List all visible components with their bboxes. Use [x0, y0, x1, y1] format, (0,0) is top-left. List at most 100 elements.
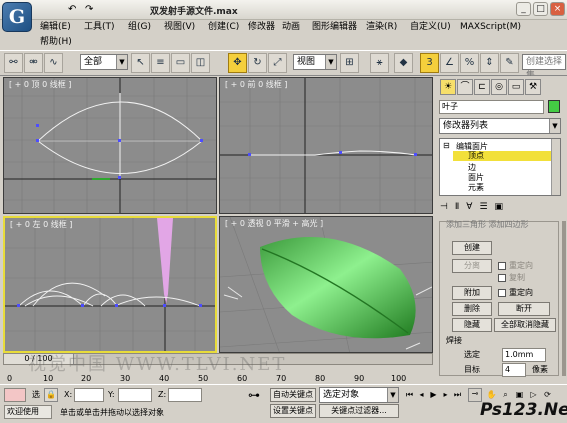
angle-snap-icon[interactable]: ∠ — [440, 53, 459, 73]
set-key-button[interactable]: 设置关键点 — [270, 404, 316, 418]
copy-checkbox[interactable] — [498, 274, 506, 282]
window-crossing-icon[interactable]: ◫ — [191, 53, 210, 73]
stack-item-element[interactable]: 元素 — [468, 182, 484, 193]
viewport-top-label[interactable]: [ + 0 顶 0 线框 ] — [9, 79, 71, 90]
selected-count-label: 选 — [32, 390, 40, 399]
viewport-left-label[interactable]: [ + 0 左 0 线框 ] — [10, 219, 72, 230]
menu-customize[interactable]: 自定义(U) — [410, 22, 451, 33]
unlink-icon[interactable]: ⚮ — [24, 53, 43, 73]
make-unique-icon[interactable]: ∀ — [466, 202, 479, 212]
attach-button[interactable]: 附加 — [452, 286, 492, 300]
app-logo-icon[interactable]: G — [2, 2, 32, 32]
display-tab-icon[interactable]: ▭ — [508, 79, 524, 95]
create-tab-icon[interactable]: ☀ — [440, 79, 456, 95]
z-label: Z: — [158, 390, 167, 399]
welcome-field[interactable]: 欢迎使用 — [4, 405, 52, 419]
stack-scrollbar[interactable] — [551, 139, 560, 195]
modifier-list-dropdown[interactable]: 修改器列表 ▼ — [439, 118, 561, 134]
weld-target-field[interactable]: 4 — [502, 363, 526, 377]
break-button[interactable]: 断开 — [498, 302, 550, 316]
named-selection-field[interactable]: 创建选择集 — [522, 54, 566, 81]
z-coord-field[interactable] — [168, 388, 202, 402]
remove-modifier-icon[interactable]: ☰ — [479, 202, 494, 212]
play-icon[interactable]: ▶ — [428, 390, 439, 401]
selection-filter-dropdown[interactable]: 全部 ▼ — [80, 54, 128, 70]
menu-rendering[interactable]: 渲染(R) — [366, 22, 397, 33]
key-icon[interactable]: ⊶ — [248, 388, 260, 402]
viewport-top[interactable]: [ + 0 顶 0 线框 ] — [3, 77, 217, 214]
copy-label: 复制 — [509, 273, 525, 282]
menu-graph-editors[interactable]: 图形编辑器 — [312, 22, 357, 33]
stack-expander-icon[interactable]: ⊟ — [443, 141, 450, 150]
key-mode-dropdown[interactable]: 选定对象 ▼ — [319, 387, 399, 403]
menu-modifiers[interactable]: 修改器 — [248, 22, 275, 33]
viewport-left[interactable]: [ + 0 左 0 线框 ] — [3, 216, 217, 353]
object-color-swatch[interactable] — [548, 100, 560, 113]
close-button[interactable]: × — [550, 2, 565, 16]
motion-tab-icon[interactable]: ◎ — [491, 79, 507, 95]
mirror-icon[interactable]: ⚹ — [370, 53, 389, 73]
viewport-front[interactable]: [ + 0 前 0 线框 ] — [219, 77, 433, 214]
hide-button[interactable]: 隐藏 — [452, 318, 492, 332]
main-toolbar: ⚯ ⚮ ∿ 全部 ▼ ↖ ≡ ▭ ◫ ✥ ↻ ⤢ 视图 ▼ ⊞ ⚹ ◆ 3 ∠ % … — [0, 50, 567, 81]
move-icon[interactable]: ✥ — [228, 53, 247, 73]
viewport-perspective[interactable]: [ + 0 透视 0 平滑 + 高光 ] — [219, 216, 433, 353]
percent-snap-icon[interactable]: % — [460, 53, 479, 73]
select-icon[interactable]: ↖ — [131, 53, 150, 73]
menu-maxscript[interactable]: MAXScript(M) — [460, 22, 521, 33]
viewport-perspective-label[interactable]: [ + 0 透视 0 平滑 + 高光 ] — [225, 218, 323, 229]
weld-threshold-field[interactable]: 1.0mm — [502, 348, 546, 362]
rect-region-icon[interactable]: ▭ — [171, 53, 190, 73]
spinner-snap-icon[interactable]: ⇕ — [480, 53, 499, 73]
hierarchy-tab-icon[interactable]: ⊏ — [474, 79, 490, 95]
pin-stack-icon[interactable]: ⊣ — [440, 202, 455, 212]
pivot-icon[interactable]: ⊞ — [340, 53, 359, 73]
minimize-button[interactable]: _ — [516, 2, 531, 16]
next-frame-icon[interactable]: ▸ — [440, 390, 451, 401]
menu-views[interactable]: 视图(V) — [164, 22, 195, 33]
menu-create[interactable]: 创建(C) — [208, 22, 239, 33]
key-filters-button[interactable]: 关键点过滤器... — [319, 404, 399, 418]
undo-icon[interactable]: ↶ — [68, 4, 76, 15]
modify-tab-icon[interactable]: ⌒ — [457, 79, 473, 95]
reorient-checkbox-2[interactable] — [498, 289, 506, 297]
delete-button[interactable]: 删除 — [452, 302, 492, 316]
maximize-button[interactable]: □ — [533, 2, 548, 16]
viewport-perspective-scene — [220, 217, 432, 352]
show-end-result-icon[interactable]: Ⅱ — [455, 202, 466, 212]
select-link-icon[interactable]: ⚯ — [4, 53, 23, 73]
create-button[interactable]: 创建 — [452, 241, 492, 255]
go-to-end-icon[interactable]: ⏭ — [452, 390, 463, 401]
reorient-checkbox-1[interactable] — [498, 262, 506, 270]
snap-3-icon[interactable]: 3 — [420, 53, 439, 73]
menu-animation[interactable]: 动画 — [282, 22, 300, 33]
y-coord-field[interactable] — [118, 388, 152, 402]
reference-coord-dropdown[interactable]: 视图 ▼ — [293, 54, 337, 70]
scale-icon[interactable]: ⤢ — [268, 53, 287, 73]
align-icon[interactable]: ◆ — [394, 53, 413, 73]
command-panel-scrollbar[interactable] — [562, 221, 566, 376]
viewport-front-label[interactable]: [ + 0 前 0 线框 ] — [225, 79, 287, 90]
stack-item-vertex[interactable]: 顶点 — [453, 151, 553, 161]
configure-sets-icon[interactable]: ▣ — [495, 202, 511, 212]
menu-group[interactable]: 组(G) — [128, 22, 151, 33]
bind-spacewarp-icon[interactable]: ∿ — [44, 53, 63, 73]
select-by-name-icon[interactable]: ≡ — [151, 53, 170, 73]
weld-target-unit: 像素 — [532, 365, 548, 374]
detach-button[interactable]: 分离 — [452, 259, 492, 273]
menu-tools[interactable]: 工具(T) — [84, 22, 115, 33]
menu-help[interactable]: 帮助(H) — [40, 37, 72, 48]
utilities-tab-icon[interactable]: ⚒ — [525, 79, 541, 95]
lock-selection-icon[interactable]: 🔒 — [44, 388, 58, 402]
auto-key-button[interactable]: 自动关键点 — [270, 388, 316, 402]
rotate-icon[interactable]: ↻ — [248, 53, 267, 73]
unhide-all-button[interactable]: 全部取消隐藏 — [494, 318, 556, 332]
maxscript-listener-icon[interactable] — [4, 388, 26, 402]
go-to-start-icon[interactable]: ⏮ — [404, 390, 415, 401]
redo-icon[interactable]: ↷ — [85, 4, 93, 15]
edit-named-selection-icon[interactable]: ✎ — [500, 53, 519, 73]
object-name-field[interactable]: 叶子 — [439, 100, 544, 114]
x-coord-field[interactable] — [74, 388, 104, 402]
menu-edit[interactable]: 编辑(E) — [40, 22, 71, 33]
prev-frame-icon[interactable]: ◂ — [416, 390, 427, 401]
